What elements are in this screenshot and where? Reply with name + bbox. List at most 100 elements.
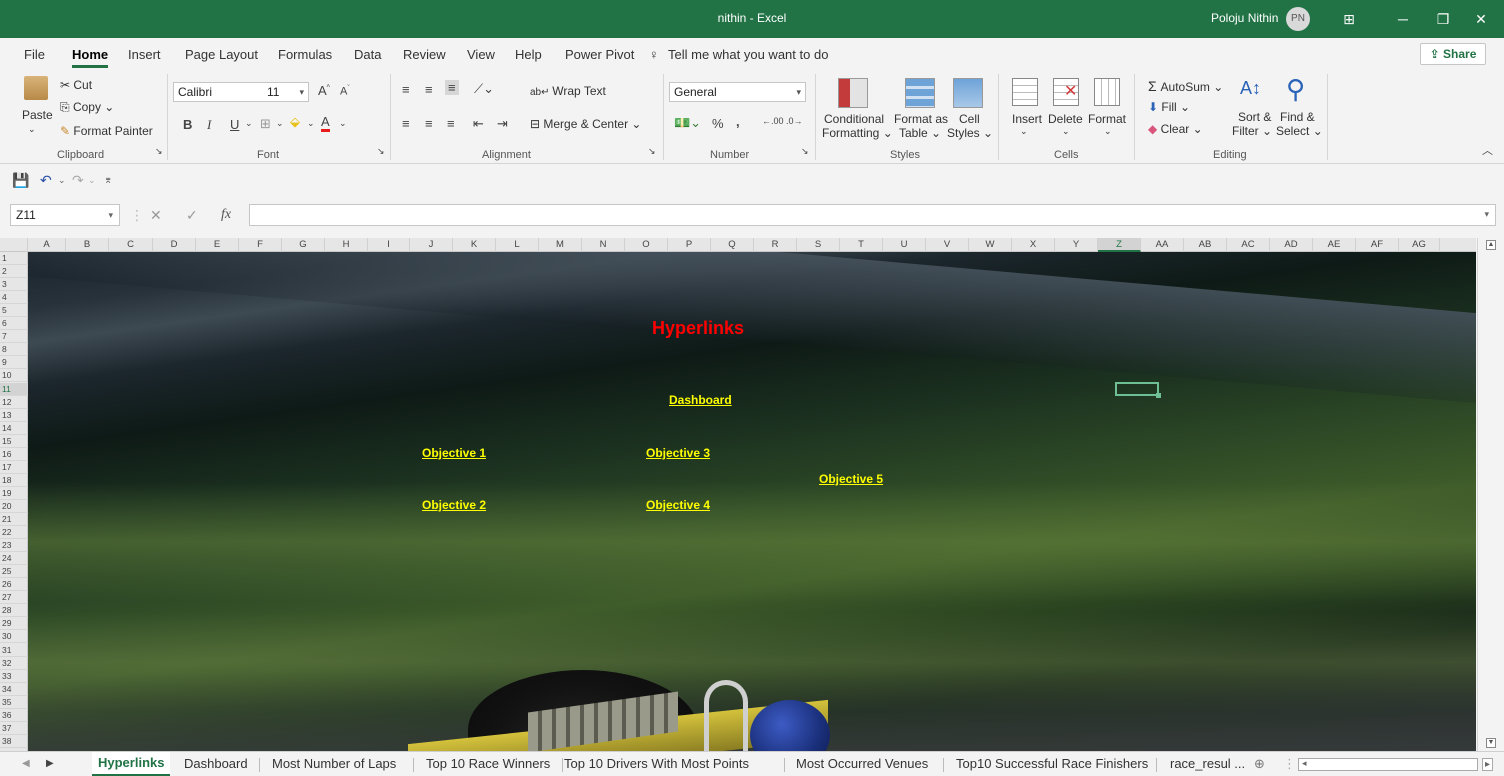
paste-icon[interactable]	[24, 76, 48, 100]
chevron-down-icon[interactable]: ⌄	[1062, 126, 1070, 137]
sheet-tab-race-results[interactable]: race_resul ...	[1170, 756, 1245, 771]
tab-formulas[interactable]: Formulas	[278, 47, 332, 62]
column-header[interactable]: AF	[1356, 238, 1399, 252]
column-header[interactable]: S	[797, 238, 840, 252]
conditional-formatting-icon[interactable]	[838, 78, 868, 108]
row-header[interactable]: 24	[0, 552, 28, 566]
fill-button[interactable]: ⬇ Fill ⌄	[1148, 100, 1190, 114]
row-header[interactable]: 8	[0, 343, 28, 357]
row-header[interactable]: 23	[0, 539, 28, 553]
column-header[interactable]: H	[325, 238, 368, 252]
row-header[interactable]: 25	[0, 565, 28, 579]
column-header[interactable]: R	[754, 238, 797, 252]
row-header[interactable]: 28	[0, 604, 28, 618]
underline-button[interactable]: U	[230, 117, 239, 132]
row-header[interactable]: 37	[0, 722, 28, 735]
paste-dropdown-icon[interactable]: ⌄	[28, 124, 36, 135]
scroll-up-icon[interactable]: ▲	[1486, 240, 1496, 250]
column-header[interactable]: AB	[1184, 238, 1227, 252]
horizontal-scrollbar[interactable]: ◂	[1298, 758, 1478, 771]
row-header[interactable]: 17	[0, 461, 28, 474]
row-header[interactable]: 19	[0, 487, 28, 500]
row-header[interactable]: 3	[0, 278, 28, 292]
bold-button[interactable]: B	[183, 117, 192, 132]
column-header[interactable]: Z	[1098, 238, 1141, 252]
font-size-combo[interactable]: 11 ▾	[263, 82, 309, 102]
row-header[interactable]: 1	[0, 252, 28, 265]
column-header[interactable]: AE	[1313, 238, 1356, 252]
share-button[interactable]: ⇪ Share	[1420, 43, 1486, 65]
conditional-formatting-sub[interactable]: Formatting ⌄	[822, 126, 893, 140]
format-cells-button[interactable]: Format	[1088, 112, 1126, 126]
format-as-table-sub[interactable]: Table ⌄	[899, 126, 941, 140]
row-header[interactable]: 31	[0, 644, 28, 657]
collapse-ribbon-icon[interactable]: ︿	[1482, 142, 1493, 158]
insert-cells-button[interactable]: Insert	[1012, 112, 1042, 126]
column-header[interactable]: X	[1012, 238, 1055, 252]
column-header[interactable]: AC	[1227, 238, 1270, 252]
sort-filter-icon[interactable]: A↕	[1240, 78, 1261, 99]
format-as-table-label[interactable]: Format as	[894, 112, 948, 126]
formula-input[interactable]: ▾	[249, 204, 1496, 226]
format-cells-icon[interactable]	[1094, 78, 1120, 106]
paste-button[interactable]: Paste	[22, 108, 53, 122]
column-header[interactable]: Y	[1055, 238, 1098, 252]
format-painter-button[interactable]: ✎ Format Painter	[60, 124, 153, 138]
increase-font-icon[interactable]: A^	[318, 83, 330, 98]
chevron-down-icon[interactable]: ⌄	[307, 118, 315, 129]
insert-cells-icon[interactable]	[1012, 78, 1038, 106]
tab-view[interactable]: View	[467, 47, 495, 62]
sort-filter-sub[interactable]: Filter ⌄	[1232, 124, 1272, 138]
scroll-tabs-right-icon[interactable]: ▶	[46, 758, 54, 769]
sort-filter-label[interactable]: Sort &	[1238, 110, 1271, 124]
row-header[interactable]: 14	[0, 422, 28, 435]
find-select-sub[interactable]: Select ⌄	[1276, 124, 1323, 138]
ribbon-display-icon[interactable]: ⊞	[1326, 0, 1372, 38]
copy-button[interactable]: ⎘ Copy ⌄	[60, 100, 114, 115]
chevron-down-icon[interactable]: ⌄	[1020, 126, 1028, 137]
align-bottom-icon[interactable]: ≡	[445, 80, 459, 95]
row-header[interactable]: 13	[0, 409, 28, 422]
row-header[interactable]: 30	[0, 630, 28, 644]
insert-function-icon[interactable]: fx	[221, 207, 231, 223]
percent-button[interactable]: %	[712, 116, 724, 131]
column-header[interactable]: C	[109, 238, 153, 252]
row-header[interactable]: 32	[0, 657, 28, 670]
enter-icon[interactable]: ✓	[186, 207, 198, 224]
scroll-right-icon[interactable]: ▸	[1482, 758, 1494, 771]
chevron-down-icon[interactable]: ⌄	[58, 175, 66, 186]
chevron-down-icon[interactable]: ⌄	[88, 175, 96, 186]
row-header[interactable]: 36	[0, 709, 28, 722]
font-color-icon[interactable]: A	[321, 114, 330, 132]
tab-help[interactable]: Help	[515, 47, 542, 62]
link-objective-2[interactable]: Objective 2	[422, 498, 486, 512]
column-header[interactable]: G	[282, 238, 325, 252]
tab-power-pivot[interactable]: Power Pivot	[565, 47, 634, 62]
column-header[interactable]: M	[539, 238, 582, 252]
redo-icon[interactable]: ↷	[72, 172, 84, 189]
number-launcher-icon[interactable]: ↘	[801, 146, 809, 157]
close-icon[interactable]: ✕	[1458, 0, 1504, 38]
row-header[interactable]: 20	[0, 500, 28, 513]
row-header[interactable]: 11	[0, 382, 28, 396]
decrease-decimal-button[interactable]: .0→	[786, 116, 803, 126]
increase-indent-icon[interactable]: ⇥	[497, 116, 508, 132]
vertical-scrollbar[interactable]: ▲ ▼	[1477, 238, 1504, 751]
column-header[interactable]: T	[840, 238, 883, 252]
alignment-launcher-icon[interactable]: ↘	[648, 146, 656, 157]
tab-home[interactable]: Home	[72, 47, 109, 68]
cell-styles-icon[interactable]	[953, 78, 983, 108]
decrease-indent-icon[interactable]: ⇤	[473, 116, 484, 132]
column-header[interactable]: N	[582, 238, 625, 252]
delete-cells-icon[interactable]: ✕	[1053, 78, 1079, 106]
column-header[interactable]: K	[453, 238, 496, 252]
sheet-tab-hyperlinks[interactable]: Hyperlinks	[92, 752, 171, 776]
row-header[interactable]: 7	[0, 330, 28, 344]
orientation-icon[interactable]: ⟋⌄	[474, 81, 494, 97]
column-header[interactable]: D	[153, 238, 196, 252]
column-header[interactable]: B	[66, 238, 109, 252]
row-header[interactable]: 15	[0, 435, 28, 448]
row-header[interactable]: 34	[0, 683, 28, 696]
row-header[interactable]: 16	[0, 448, 28, 461]
currency-icon[interactable]: 💵⌄	[674, 115, 701, 131]
